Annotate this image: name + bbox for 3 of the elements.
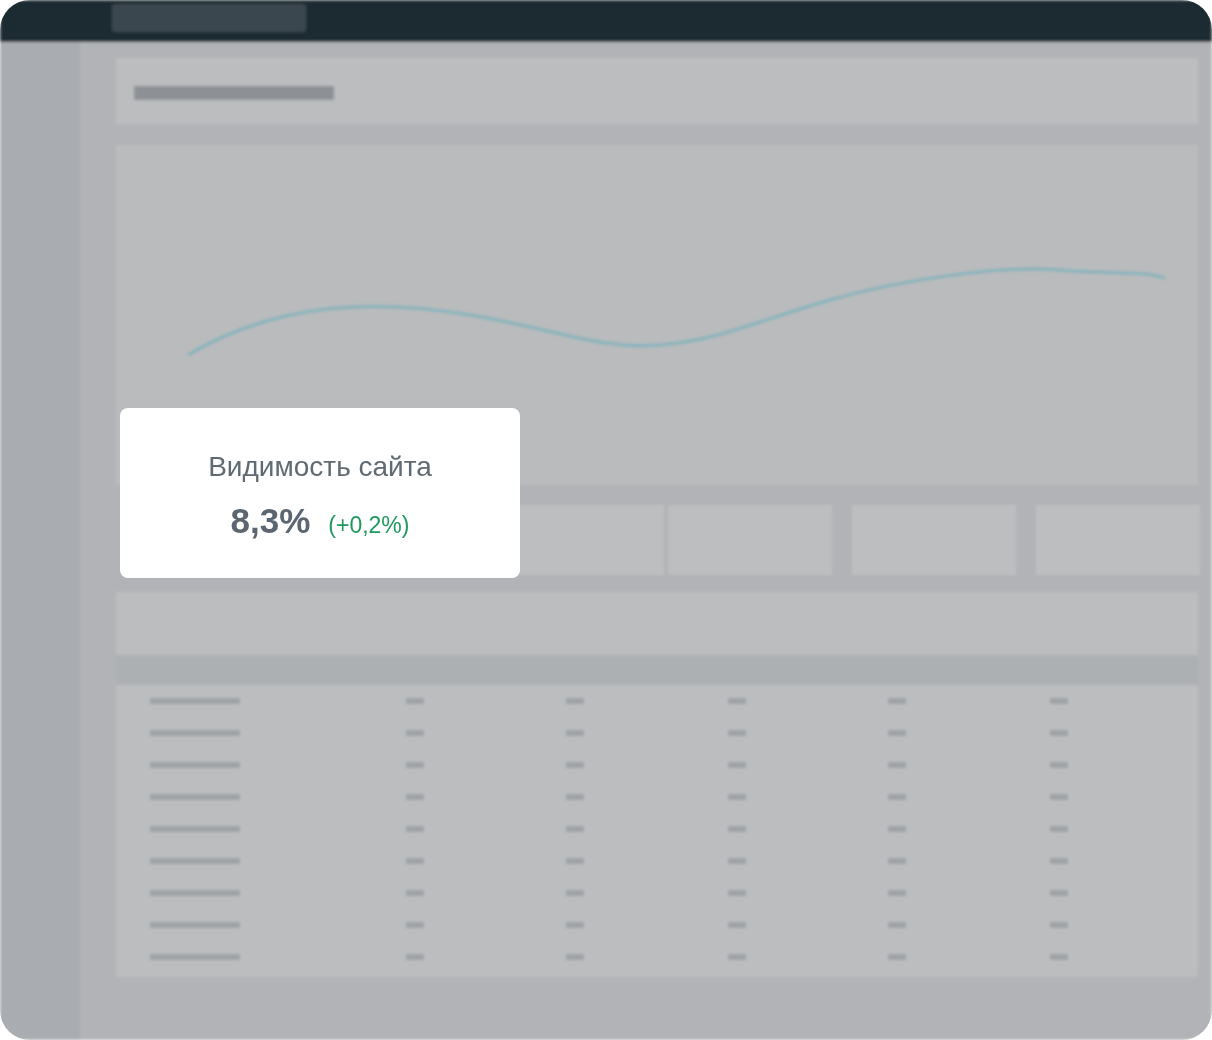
card-title: Видимость сайта [208,451,432,483]
visibility-value: 8,3% [230,501,311,541]
visibility-change: (+0,2%) [328,512,410,539]
